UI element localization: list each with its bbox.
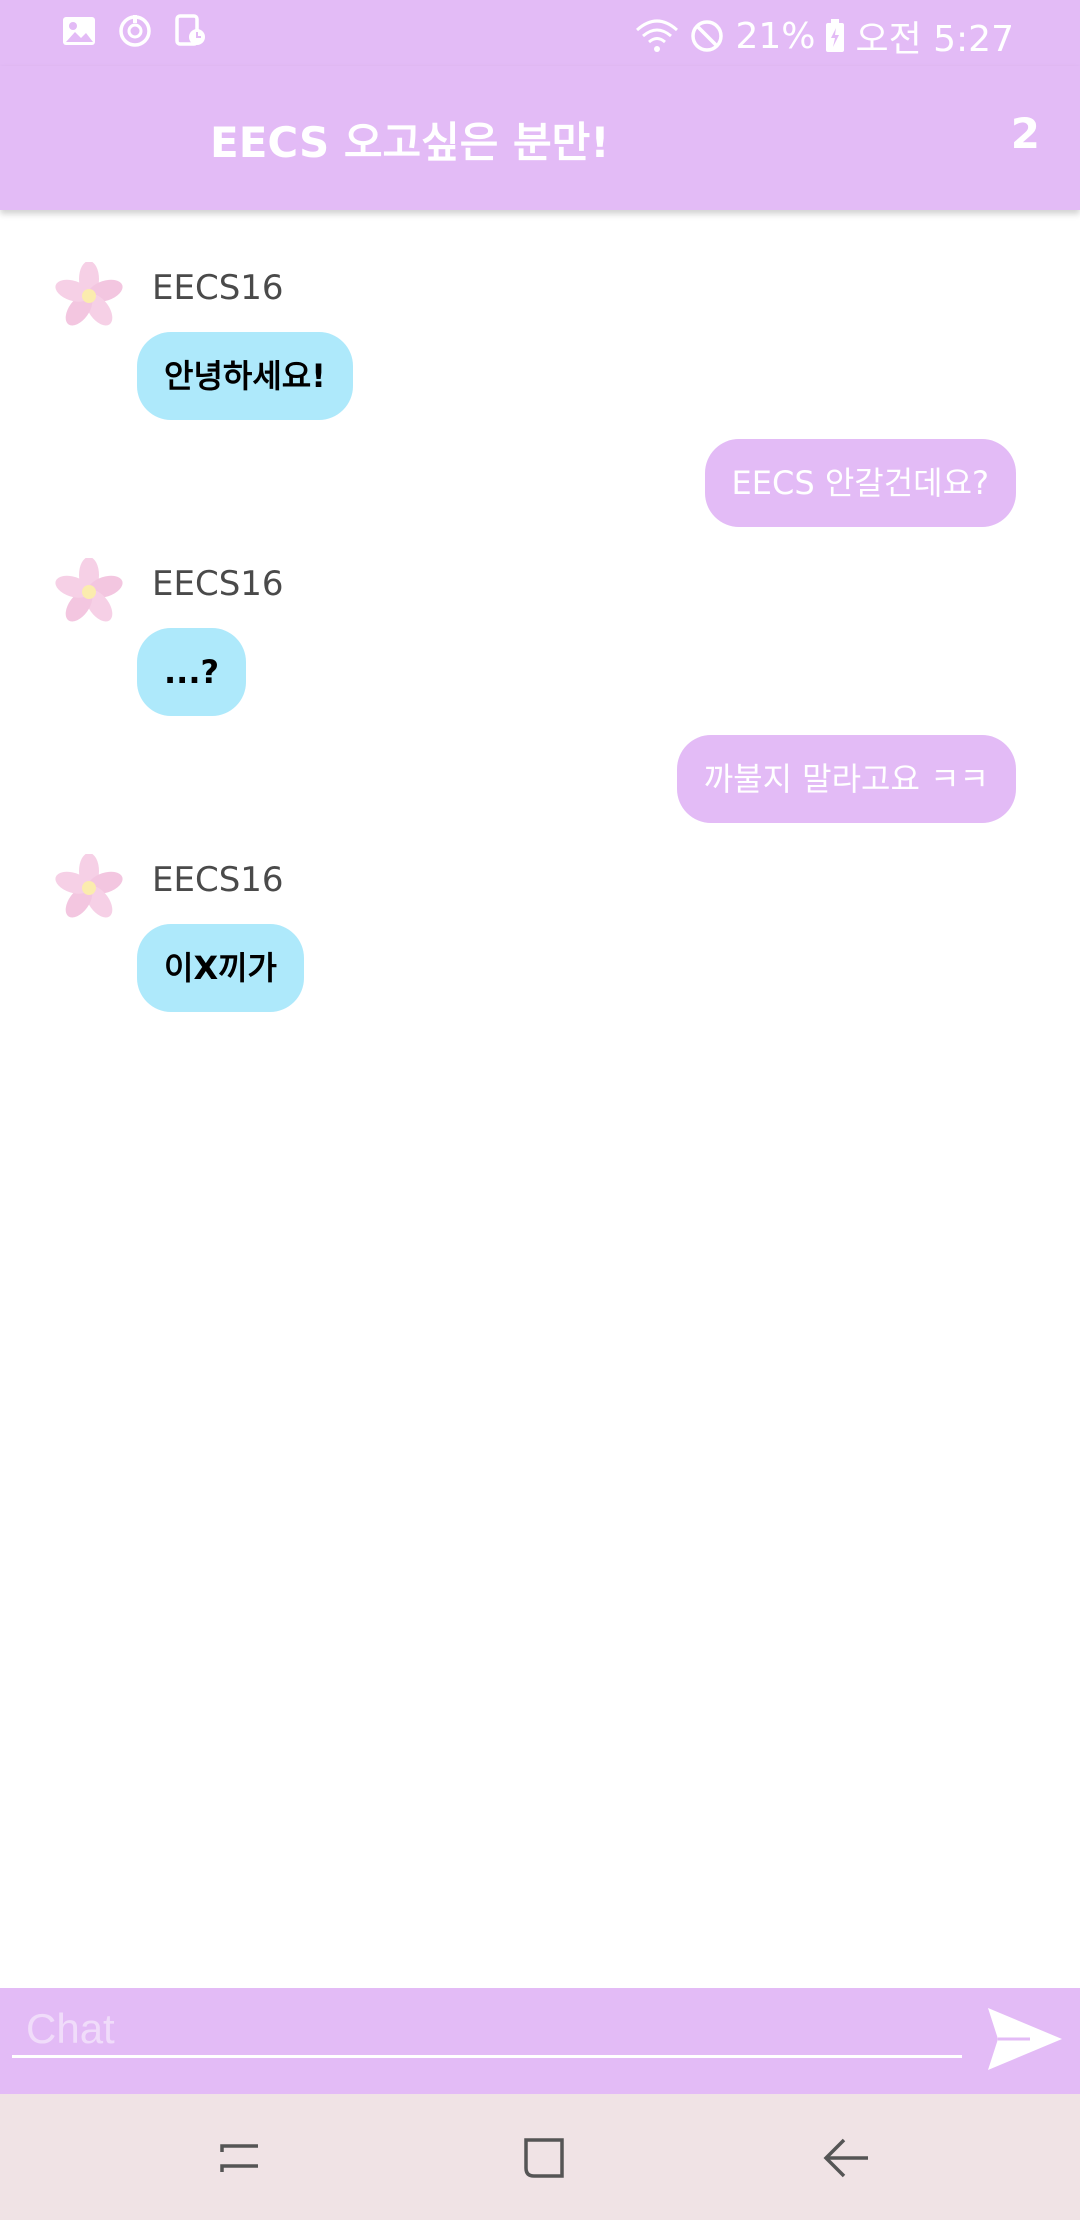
chat-input[interactable]	[12, 2002, 962, 2058]
back-icon	[823, 2138, 868, 2178]
gallery-icon	[62, 15, 96, 47]
battery-percent: 21%	[735, 15, 816, 57]
message-bubble[interactable]: 안녕하세요!	[137, 332, 353, 420]
battery-icon	[825, 19, 845, 53]
chat-room-title: EECS 오고싶은 분만!	[210, 118, 610, 167]
home-icon	[524, 2138, 564, 2178]
recent-apps-icon	[220, 2144, 258, 2172]
send-button[interactable]	[986, 2006, 1064, 2072]
outgoing-message-bubble[interactable]: EECS 안갈건데요?	[704, 439, 1016, 527]
sender-name: EECS16	[152, 268, 284, 308]
status-right-icons: 21% 오전 5:27	[635, 10, 1014, 62]
wifi-icon	[635, 18, 679, 54]
clock: 오전 5:27	[855, 19, 1014, 60]
message-list[interactable]: EECS16 안녕하세요! EECS 안갈건데요? EECS16 ...? 까불…	[0, 210, 1080, 1988]
avatar[interactable]	[55, 557, 123, 626]
do-not-disturb-icon	[689, 18, 725, 54]
status-left-icons	[62, 14, 208, 48]
back-button[interactable]	[814, 2126, 878, 2190]
avatar[interactable]	[55, 853, 123, 922]
message-composer	[0, 1988, 1080, 2094]
system-nav-bar	[0, 2094, 1080, 2220]
recent-apps-button[interactable]	[208, 2126, 272, 2190]
sender-name: EECS16	[152, 564, 284, 604]
app-bar: EECS 오고싶은 분만! 2	[0, 66, 1080, 210]
sender-name: EECS16	[152, 860, 284, 900]
send-icon	[988, 2008, 1062, 2070]
home-button[interactable]	[512, 2126, 576, 2190]
screen-timer-icon	[174, 14, 208, 48]
message-bubble[interactable]: 이X끼가	[137, 924, 304, 1012]
outgoing-message-bubble[interactable]: 까불지 말라고요 ㅋㅋ	[676, 735, 1016, 823]
status-bar: 21% 오전 5:27	[0, 0, 1080, 66]
message-bubble[interactable]: ...?	[137, 628, 247, 716]
sync-icon	[118, 14, 152, 48]
member-count[interactable]: 2	[1011, 109, 1040, 158]
avatar[interactable]	[55, 261, 123, 330]
